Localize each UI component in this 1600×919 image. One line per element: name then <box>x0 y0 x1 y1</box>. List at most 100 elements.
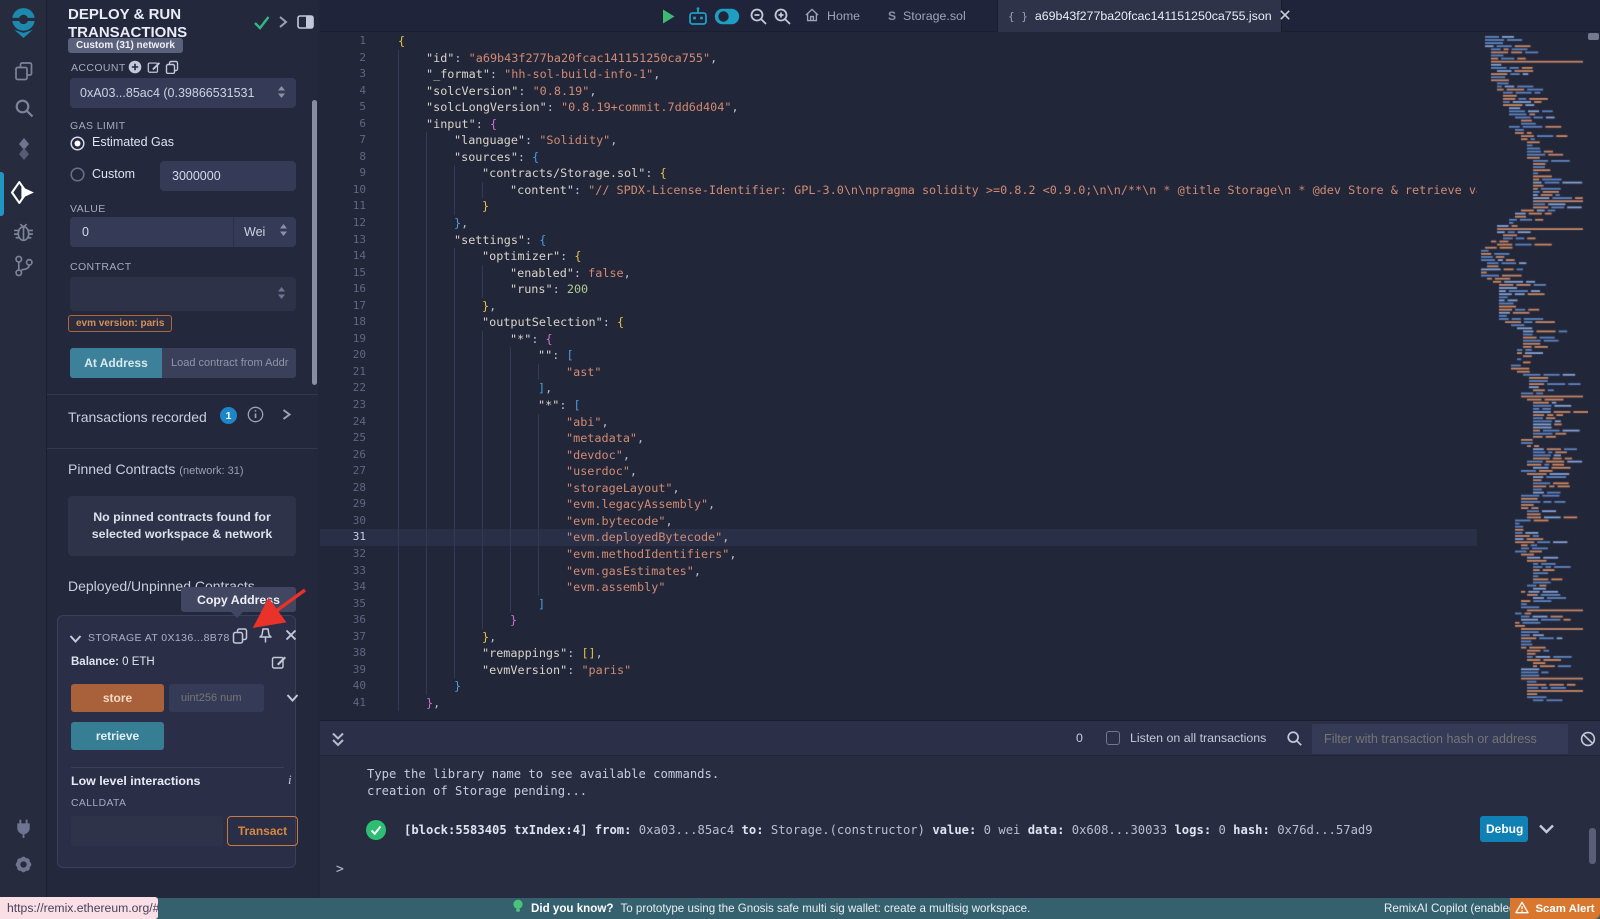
code-line[interactable]: 19"*": { <box>320 331 1477 348</box>
ai-assistant-icon[interactable] <box>687 6 709 32</box>
debug-button[interactable]: Debug <box>1480 816 1528 842</box>
remix-logo[interactable] <box>0 6 47 44</box>
listen-checkbox[interactable] <box>1106 731 1120 745</box>
sidebar-item-git[interactable] <box>0 255 47 282</box>
pin-panel-icon[interactable] <box>296 13 315 36</box>
scam-alert-badge[interactable]: Scam Alert <box>1510 898 1600 919</box>
code-line[interactable]: 6"input": { <box>320 116 1477 133</box>
code-line[interactable]: 25"metadata", <box>320 430 1477 447</box>
copilot-status[interactable]: RemixAI Copilot (enabled) <box>1384 902 1519 915</box>
expand-params-icon[interactable] <box>286 690 299 708</box>
code-editor[interactable]: 1{2"id": "a69b43f277ba20fcac141151250ca7… <box>320 32 1477 720</box>
sidebar-item-debugger[interactable] <box>0 220 47 248</box>
code-line[interactable]: 28"storageLayout", <box>320 480 1477 497</box>
info-icon[interactable] <box>247 406 264 428</box>
code-line[interactable]: 36} <box>320 612 1477 629</box>
expand-transactions-icon[interactable] <box>280 407 293 427</box>
sign-message-icon[interactable] <box>147 60 161 79</box>
value-input[interactable] <box>70 217 233 247</box>
copilot-toggle-icon[interactable] <box>714 8 740 30</box>
expand-tx-icon[interactable] <box>1538 822 1555 840</box>
code-line[interactable]: 22], <box>320 380 1477 397</box>
code-line[interactable]: 1{ <box>320 33 1477 50</box>
code-line[interactable]: 21"ast" <box>320 364 1477 381</box>
sidebar-item-settings[interactable] <box>0 854 47 880</box>
code-line[interactable]: 23"*": [ <box>320 397 1477 414</box>
account-select[interactable]: 0xA03...85ac4 (0.39866531531 <box>70 78 296 108</box>
sidebar-item-solidity-compiler[interactable] <box>0 137 47 166</box>
panel-expand-icon[interactable] <box>276 14 290 35</box>
code-line[interactable]: 17}, <box>320 298 1477 315</box>
sidebar-item-search[interactable] <box>0 97 47 124</box>
close-tab-icon[interactable] <box>1279 9 1291 24</box>
editor-scrollbar[interactable] <box>1588 33 1599 40</box>
tab-home[interactable]: Home <box>794 0 870 32</box>
code-line[interactable]: 40} <box>320 678 1477 695</box>
code-line[interactable]: 34"evm.assembly" <box>320 579 1477 596</box>
code-line[interactable]: 24"abi", <box>320 414 1477 431</box>
value-unit-select[interactable]: Wei <box>244 225 265 239</box>
code-line[interactable]: 10"content": "// SPDX-License-Identifier… <box>320 182 1477 199</box>
code-line[interactable]: 37}, <box>320 629 1477 646</box>
panel-scrollbar[interactable] <box>312 100 317 385</box>
code-line[interactable]: 26"devdoc", <box>320 447 1477 464</box>
code-line[interactable]: 27"userdoc", <box>320 463 1477 480</box>
low-level-info-icon[interactable]: i <box>288 772 292 788</box>
code-line[interactable]: 8"sources": { <box>320 149 1477 166</box>
code-line[interactable]: 15"enabled": false, <box>320 265 1477 282</box>
zoom-out-icon[interactable] <box>749 7 768 31</box>
code-line[interactable]: 35] <box>320 596 1477 613</box>
terminal-prompt[interactable]: > <box>336 862 344 877</box>
pin-contract-icon[interactable] <box>258 627 273 649</box>
custom-gas-input[interactable] <box>160 161 296 191</box>
calldata-input[interactable] <box>71 816 223 846</box>
code-line[interactable]: 16"runs": 200 <box>320 281 1477 298</box>
code-line[interactable]: 20"": [ <box>320 347 1477 364</box>
code-line[interactable]: 30"evm.bytecode", <box>320 513 1477 530</box>
at-address-button[interactable]: At Address <box>70 348 162 378</box>
code-line[interactable]: 2"id": "a69b43f277ba20fcac141151250ca755… <box>320 50 1477 67</box>
code-line[interactable]: 5"solcLongVersion": "0.8.19+commit.7dd6d… <box>320 99 1477 116</box>
code-line[interactable]: 32"evm.methodIdentifiers", <box>320 546 1477 563</box>
code-line[interactable]: 4"solcVersion": "0.8.19", <box>320 83 1477 100</box>
collapse-terminal-icon[interactable] <box>330 731 346 753</box>
retrieve-button[interactable]: retrieve <box>71 722 164 750</box>
sidebar-item-plugin-manager[interactable] <box>0 818 47 844</box>
copy-address-icon[interactable] <box>232 627 248 649</box>
code-line[interactable]: 18"outputSelection": { <box>320 314 1477 331</box>
tab-json-active[interactable]: { } a69b43f277ba20fcac141151250ca755.jso… <box>997 0 1282 32</box>
code-line[interactable]: 31"evm.deployedBytecode", <box>320 529 1477 546</box>
terminal-scrollbar[interactable] <box>1589 828 1596 864</box>
contract-instance-title[interactable]: STORAGE AT 0X136...8B78 <box>88 632 230 644</box>
code-line[interactable]: 11} <box>320 198 1477 215</box>
code-line[interactable]: 7"language": "Solidity", <box>320 132 1477 149</box>
code-line[interactable]: 39"evmVersion": "paris" <box>320 662 1477 679</box>
custom-gas-radio[interactable] <box>70 167 85 187</box>
code-line[interactable]: 33"evm.gasEstimates", <box>320 563 1477 580</box>
code-line[interactable]: 3"_format": "hh-sol-build-info-1", <box>320 66 1477 83</box>
code-line[interactable]: 9"contracts/Storage.sol": { <box>320 165 1477 182</box>
sidebar-item-file-explorer[interactable] <box>0 60 47 87</box>
code-line[interactable]: 13"settings": { <box>320 232 1477 249</box>
zoom-in-icon[interactable] <box>773 7 792 31</box>
code-line[interactable]: 12}, <box>320 215 1477 232</box>
collapse-contract-icon[interactable] <box>69 631 82 649</box>
terminal-search-icon[interactable] <box>1286 730 1303 752</box>
store-button[interactable]: store <box>71 684 164 712</box>
store-param-input[interactable] <box>169 684 264 712</box>
tab-storage-sol[interactable]: S Storage.sol <box>878 0 976 32</box>
clear-console-icon[interactable] <box>1580 731 1596 752</box>
filter-input[interactable] <box>1312 724 1568 754</box>
sidebar-item-deploy-run[interactable] <box>0 180 47 210</box>
contract-select[interactable] <box>70 277 296 311</box>
code-line[interactable]: 14"optimizer": { <box>320 248 1477 265</box>
code-line[interactable]: 38"remappings": [], <box>320 645 1477 662</box>
at-address-input[interactable]: Load contract from Addr <box>162 348 296 378</box>
add-account-icon[interactable] <box>128 60 142 79</box>
close-contract-icon[interactable] <box>284 628 298 647</box>
edit-balance-icon[interactable] <box>271 654 287 675</box>
copy-account-icon[interactable] <box>165 60 179 79</box>
minimap[interactable] <box>1477 33 1588 706</box>
code-line[interactable]: 29"evm.legacyAssembly", <box>320 496 1477 513</box>
transact-button[interactable]: Transact <box>227 816 298 846</box>
